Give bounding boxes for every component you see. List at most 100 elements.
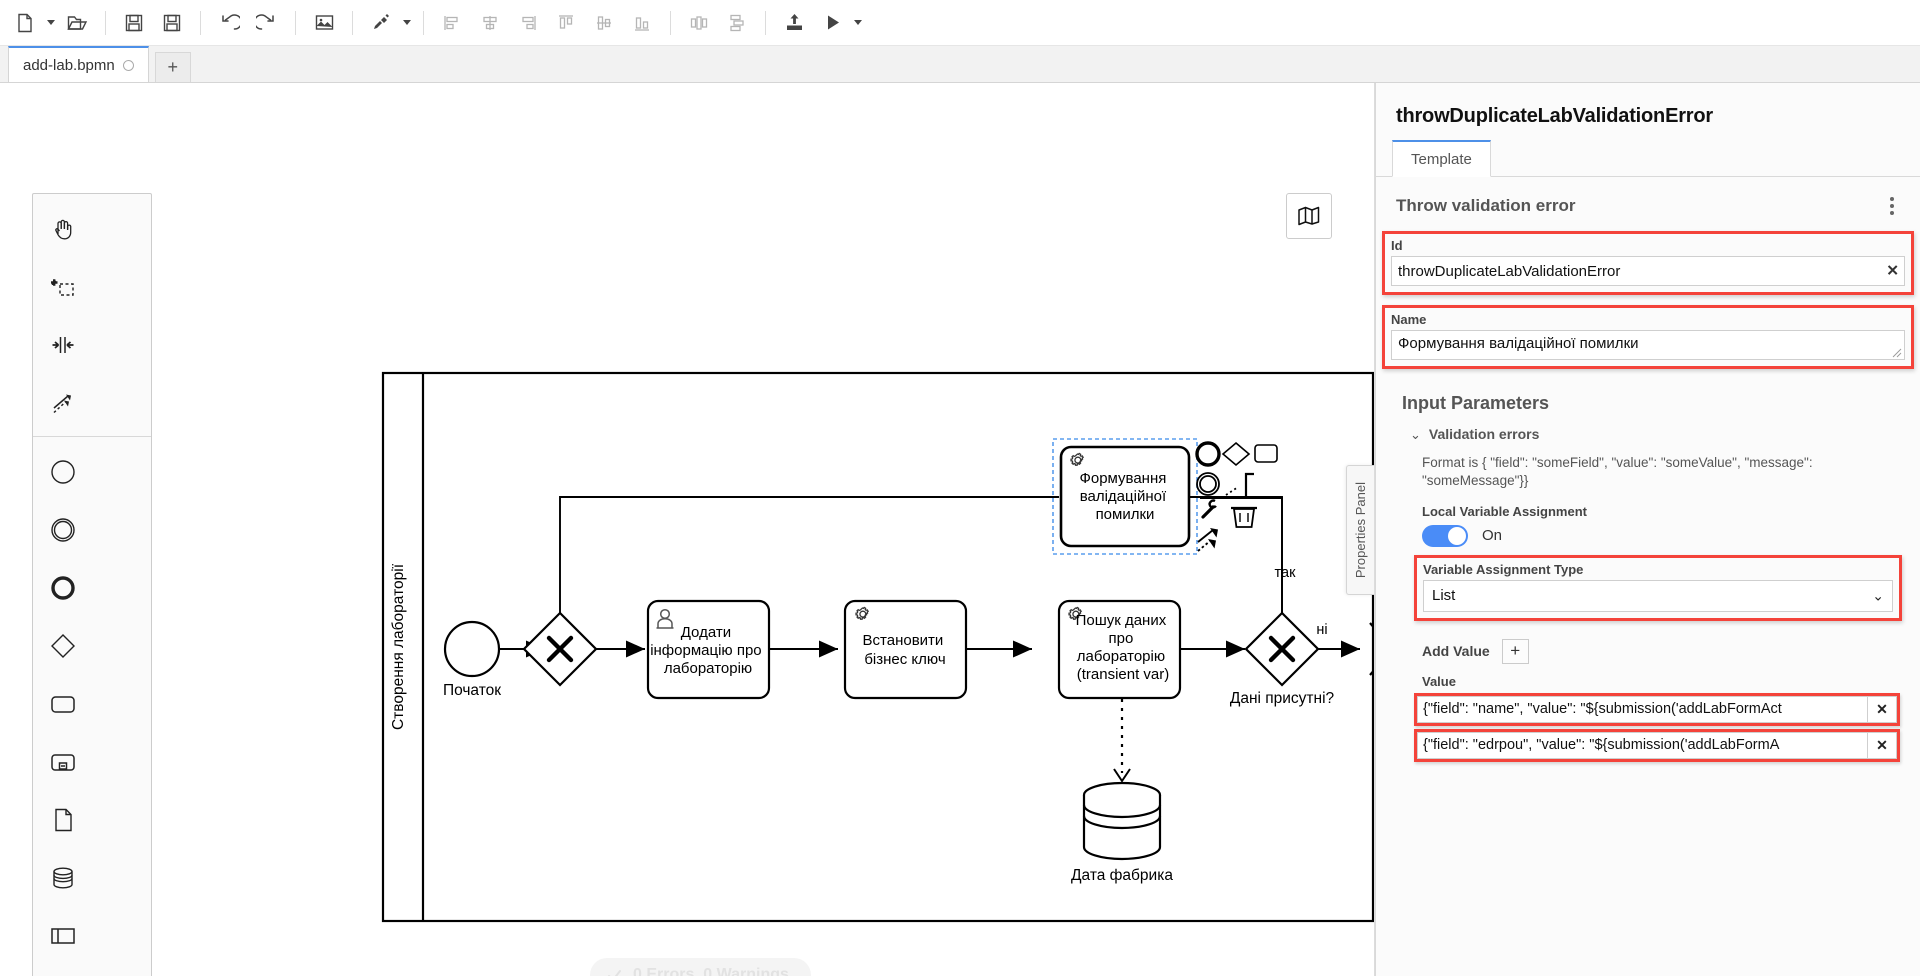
open-diagram-button[interactable]: [58, 4, 96, 42]
palette-space-tool[interactable]: [33, 316, 93, 374]
local-variable-assignment-toggle[interactable]: [1422, 524, 1468, 547]
context-pad-connect[interactable]: [1197, 528, 1218, 552]
validation-errors-group-label: Validation errors: [1428, 426, 1540, 442]
main-area: Properties Panel 0 Errors, 0 Warnings Ст…: [0, 83, 1920, 976]
properties-group-title: Throw validation error: [1396, 196, 1576, 215]
save-button[interactable]: [115, 4, 153, 42]
palette-connect-tool[interactable]: [33, 374, 93, 432]
start-event-label: Початок: [443, 682, 501, 699]
value-input-0[interactable]: [1417, 695, 1867, 723]
redo-button[interactable]: [248, 4, 286, 42]
toolbar-separator: [670, 10, 671, 35]
palette-gateway[interactable]: [33, 617, 93, 675]
palette-intermediate-event[interactable]: [33, 501, 93, 559]
editor-tab-bar: add-lab.bpmn +: [0, 46, 1920, 83]
name-field-group: Name Формування валідаційної помилки: [1382, 305, 1914, 369]
toolbar-separator: [295, 10, 296, 35]
palette-hand-tool[interactable]: [33, 200, 93, 258]
align-right-button[interactable]: [509, 4, 547, 42]
value-remove-button-0[interactable]: ✕: [1867, 695, 1897, 723]
context-pad-append-text-annotation[interactable]: [1225, 472, 1254, 496]
tab-template-label: Template: [1411, 151, 1472, 168]
value-input-1[interactable]: [1417, 731, 1867, 759]
tab-unsaved-indicator[interactable]: [122, 59, 134, 71]
bpmn-canvas[interactable]: Properties Panel 0 Errors, 0 Warnings Ст…: [0, 83, 1375, 976]
color-picker-button[interactable]: [362, 4, 400, 42]
start-event[interactable]: Початок: [443, 620, 501, 699]
context-pad-append-intermediate-event[interactable]: [1196, 472, 1220, 496]
task-set-business-key[interactable]: Встановити бізнес ключ: [843, 599, 968, 700]
task-throw-validation-error[interactable]: Формування валідаційної помилки: [1052, 438, 1198, 555]
validation-errors-group-toggle[interactable]: ⌄ Validation errors: [1376, 422, 1920, 446]
context-pad-append-end-event[interactable]: [1195, 441, 1221, 467]
bpmn-palette: [32, 193, 152, 976]
toolbar-separator: [352, 10, 353, 35]
variable-assignment-type-group: Variable Assignment Type List ⌄: [1414, 554, 1902, 621]
gateway-join[interactable]: [522, 611, 598, 687]
align-center-button[interactable]: [471, 4, 509, 42]
distribute-horizontal-button[interactable]: [680, 4, 718, 42]
value-remove-button-1[interactable]: ✕: [1867, 731, 1897, 759]
tab-add-lab-bpmn[interactable]: add-lab.bpmn: [8, 46, 149, 82]
new-diagram-button[interactable]: [6, 4, 44, 42]
palette-data-store[interactable]: [33, 849, 93, 907]
undo-button[interactable]: [210, 4, 248, 42]
properties-panel-tab-label: Properties Panel: [1353, 481, 1368, 579]
toolbar-separator: [765, 10, 766, 35]
new-tab-button[interactable]: +: [154, 52, 191, 82]
align-bottom-button[interactable]: [623, 4, 661, 42]
align-middle-button[interactable]: [585, 4, 623, 42]
id-field-group: Id ✕: [1382, 231, 1914, 295]
data-association-arrow: [1113, 768, 1131, 783]
variable-assignment-type-select[interactable]: List: [1423, 579, 1893, 612]
align-left-button[interactable]: [433, 4, 471, 42]
properties-group-header[interactable]: Throw validation error: [1376, 177, 1920, 231]
palette-lasso-tool[interactable]: [33, 258, 93, 316]
status-badge-label: 0 Errors, 0 Warnings: [633, 966, 789, 976]
context-pad-append-gateway[interactable]: [1221, 441, 1251, 467]
new-tab-label: +: [167, 57, 178, 77]
variable-assignment-type-label: Variable Assignment Type: [1423, 561, 1584, 577]
palette-group[interactable]: [33, 965, 93, 976]
properties-panel-tab[interactable]: Properties Panel: [1346, 465, 1374, 595]
value-list: ✕ ✕: [1376, 692, 1920, 762]
gateway-data-present-label: Дані присутні?: [1230, 690, 1335, 707]
run-dropdown[interactable]: [851, 4, 865, 42]
id-clear-icon[interactable]: ✕: [1886, 264, 1899, 279]
add-value-label: Add Value: [1422, 643, 1490, 660]
kebab-menu-icon[interactable]: [1884, 193, 1900, 219]
distribute-vertical-button[interactable]: [718, 4, 756, 42]
input-parameters-title: Input Parameters: [1402, 393, 1550, 413]
palette-end-event[interactable]: [33, 559, 93, 617]
palette-subprocess[interactable]: [33, 733, 93, 791]
export-image-button[interactable]: [305, 4, 343, 42]
palette-data-object[interactable]: [33, 791, 93, 849]
bpmn-diagram[interactable]: Створення лабораторії Початок Додати інф…: [0, 83, 1375, 976]
add-value-row: Add Value +: [1376, 631, 1920, 672]
properties-panel: throwDuplicateLabValidationError Templat…: [1375, 83, 1920, 976]
save-as-button[interactable]: [153, 4, 191, 42]
context-pad-change-type[interactable]: [1201, 499, 1217, 519]
context-pad-append-task[interactable]: [1254, 444, 1278, 463]
new-diagram-dropdown[interactable]: [44, 4, 58, 42]
status-badge[interactable]: 0 Errors, 0 Warnings: [590, 958, 811, 976]
minimap-toggle-button[interactable]: [1286, 193, 1332, 239]
pool-label: Створення лабораторії: [390, 563, 407, 730]
palette-participant[interactable]: [33, 907, 93, 965]
task-add-lab-info[interactable]: Додати інформацію про лабораторію: [646, 599, 771, 700]
align-top-button[interactable]: [547, 4, 585, 42]
tab-template[interactable]: Template: [1392, 140, 1491, 177]
task-search-lab-data[interactable]: Пошук даних про лабораторію (transient v…: [1057, 599, 1182, 700]
palette-start-event[interactable]: [33, 443, 93, 501]
context-pad-delete[interactable]: [1231, 506, 1257, 528]
check-icon: [608, 969, 621, 976]
id-input[interactable]: [1391, 256, 1905, 286]
deploy-button[interactable]: [775, 4, 813, 42]
data-store-data-factory[interactable]: Дата фабрика: [1071, 781, 1173, 884]
add-value-button[interactable]: +: [1501, 638, 1529, 664]
palette-task[interactable]: [33, 675, 93, 733]
run-button[interactable]: [813, 4, 851, 42]
name-textarea[interactable]: Формування валідаційної помилки: [1391, 330, 1905, 360]
color-picker-dropdown[interactable]: [400, 4, 414, 42]
flow-loop-to-gateway[interactable]: [559, 496, 1059, 628]
